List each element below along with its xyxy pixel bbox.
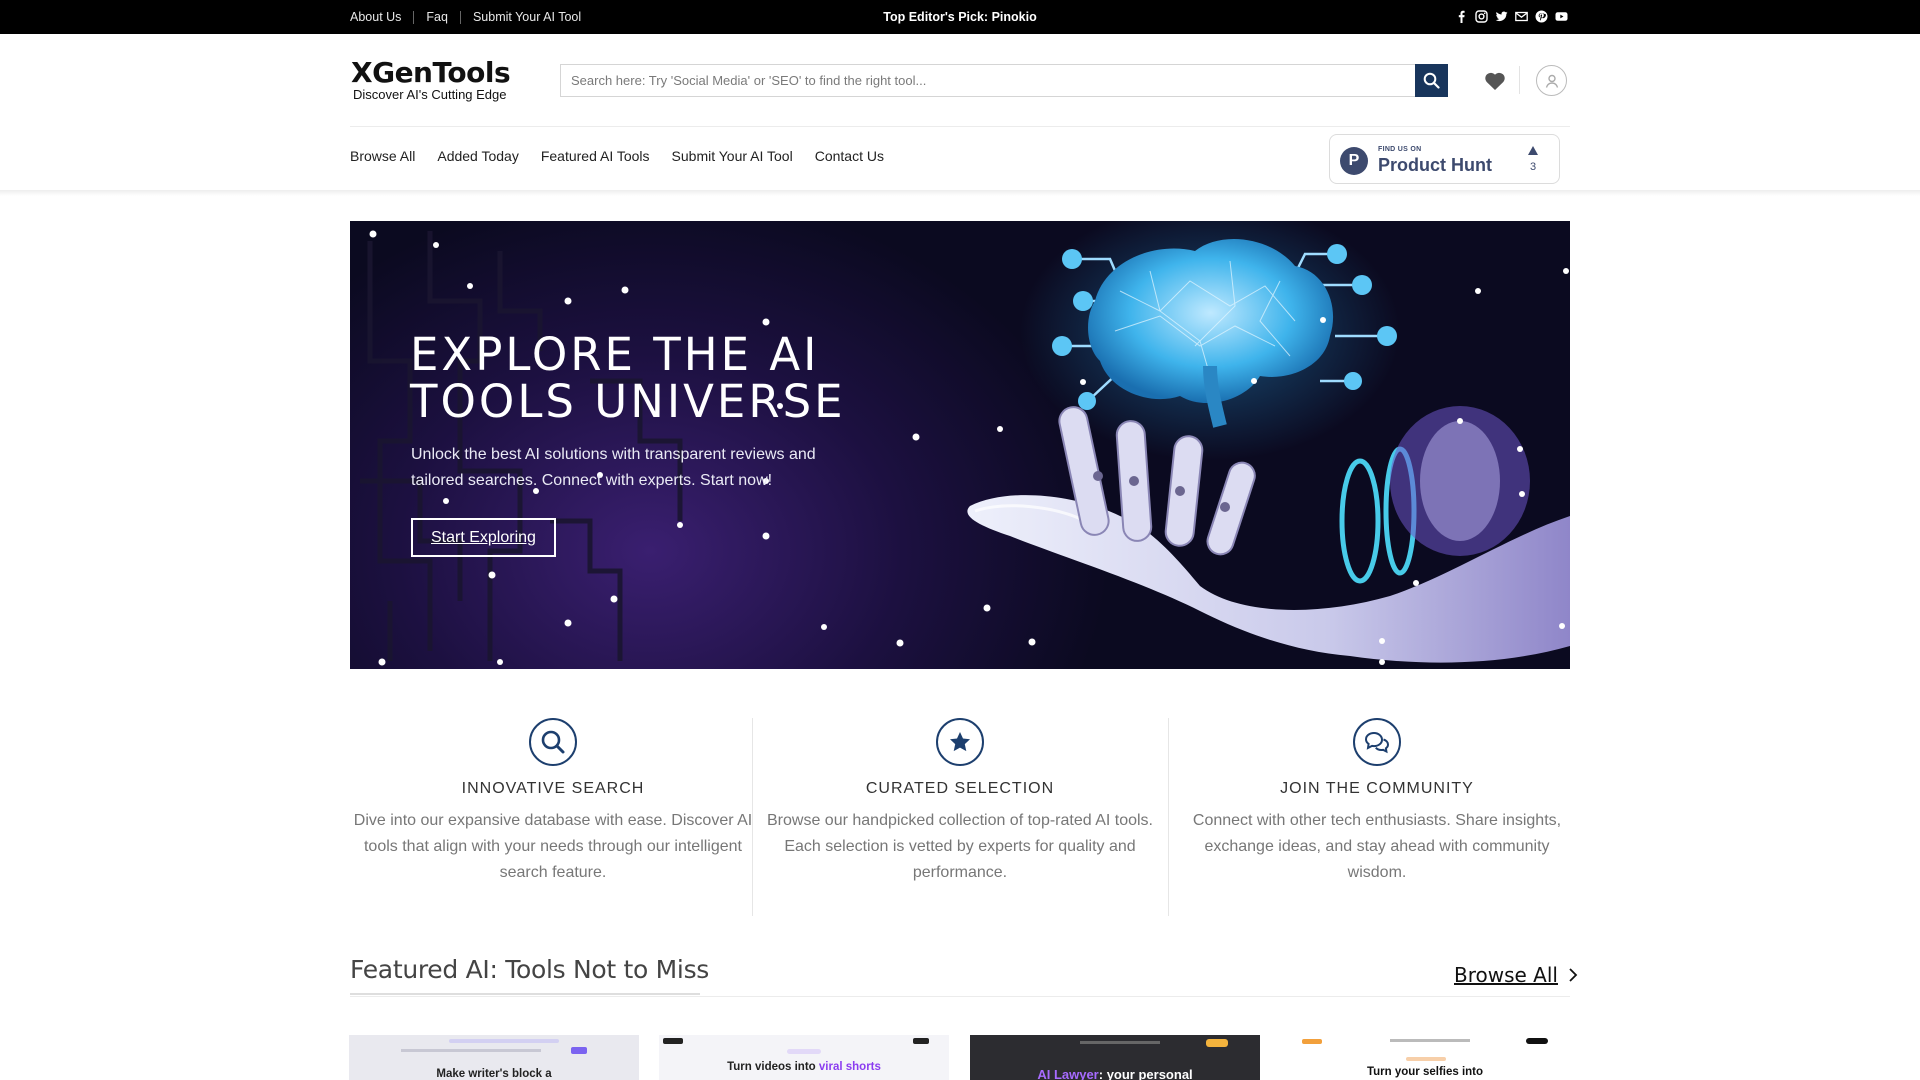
facebook-icon[interactable]: [1455, 10, 1468, 23]
top-bar: About Us Faq Submit Your AI Tool Top Edi…: [0, 0, 1920, 34]
card-button: [913, 1038, 929, 1044]
browse-all-link[interactable]: Browse All: [1454, 963, 1578, 987]
user-icon: [1545, 74, 1558, 88]
chat-icon: [1353, 718, 1401, 766]
search-icon: [529, 718, 577, 766]
wishlist-button[interactable]: [1482, 68, 1508, 94]
card-banner: [449, 1039, 559, 1043]
top-links: About Us Faq Submit Your AI Tool: [350, 0, 581, 34]
hero-heading: EXPLORE THE AI TOOLS UNIVERSE: [410, 328, 846, 428]
nav-item-browse-all[interactable]: Browse All: [350, 148, 415, 164]
nav-item-submit-tool[interactable]: Submit Your AI Tool: [672, 148, 793, 164]
tool-card[interactable]: AI Lawyer: your personal: [970, 1035, 1260, 1080]
card-caption-highlight: AI Lawyer: [1037, 1067, 1099, 1080]
product-hunt-title: Product Hunt: [1378, 155, 1492, 175]
browse-all-label: Browse All: [1454, 963, 1558, 987]
about-us-link[interactable]: About Us: [350, 10, 401, 24]
card-caption-highlight: viral shorts: [818, 1061, 881, 1073]
search-input[interactable]: [561, 65, 1415, 96]
feature-description: Dive into our expansive database with ea…: [353, 812, 753, 881]
features-section: INNOVATIVE SEARCH Dive into our expansiv…: [350, 716, 1570, 916]
card-nav: [401, 1049, 541, 1052]
card-caption-text: : your personal: [1098, 1067, 1193, 1080]
heading-underline: [350, 993, 700, 995]
card-button: [1206, 1039, 1228, 1047]
divider: [350, 126, 1570, 127]
card-logo: [1302, 1039, 1322, 1044]
feature-innovative-search: INNOVATIVE SEARCH Dive into our expansiv…: [353, 716, 753, 916]
feature-curated-selection: CURATED SELECTION Browse our handpicked …: [760, 716, 1160, 916]
product-hunt-badge[interactable]: P FIND US ON Product Hunt 3: [1329, 134, 1560, 184]
product-hunt-find-label: FIND US ON: [1378, 146, 1422, 153]
youtube-icon[interactable]: [1555, 10, 1568, 23]
feature-join-community: JOIN THE COMMUNITY Connect with other te…: [1177, 716, 1577, 916]
submit-tool-link[interactable]: Submit Your AI Tool: [473, 10, 581, 24]
pinterest-icon[interactable]: [1535, 10, 1548, 23]
card-caption: Make writer's block a: [436, 1068, 552, 1080]
heart-icon: [1485, 72, 1505, 90]
card-caption: Turn videos into viral shorts: [659, 1061, 949, 1073]
page: About Us Faq Submit Your AI Tool Top Edi…: [0, 0, 1920, 1080]
logo-name: XGenTools: [351, 56, 511, 89]
divider: [752, 718, 753, 916]
faq-link[interactable]: Faq: [426, 10, 448, 24]
email-icon[interactable]: [1515, 10, 1528, 23]
nav-item-featured-ai-tools[interactable]: Featured AI Tools: [541, 148, 650, 164]
header-shadow: [0, 190, 1920, 196]
feature-description: Connect with other tech enthusiasts. Sha…: [1192, 812, 1562, 881]
feature-title: CURATED SELECTION: [865, 780, 1055, 797]
card-caption: AI Lawyer: your personal: [970, 1067, 1260, 1080]
product-hunt-votes: 3: [1529, 161, 1537, 173]
tool-card[interactable]: Make writer's block a: [349, 1035, 639, 1080]
card-nav: [1080, 1041, 1160, 1044]
instagram-icon[interactable]: [1475, 10, 1488, 23]
card-button: [571, 1047, 587, 1054]
card-badge: [1406, 1057, 1446, 1061]
card-caption: Turn your selfies into: [1366, 1066, 1484, 1078]
hero-subtext: Unlock the best AI solutions with transp…: [411, 446, 816, 489]
nav-item-added-today[interactable]: Added Today: [437, 148, 518, 164]
featured-heading: Featured AI: Tools Not to Miss: [350, 955, 710, 984]
editor-pick[interactable]: Top Editor's Pick: Pinokio: [0, 0, 1920, 34]
logo-tagline: Discover AI's Cutting Edge: [353, 87, 507, 102]
main-nav: Browse All Added Today Featured AI Tools…: [350, 148, 884, 164]
account-button[interactable]: [1536, 65, 1567, 96]
star-icon: [936, 718, 984, 766]
divider: [413, 10, 415, 24]
upvote-arrow-icon: [1528, 146, 1538, 155]
card-button: [1526, 1038, 1548, 1044]
hero-banner: EXPLORE THE AI TOOLS UNIVERSE Unlock the…: [350, 221, 1570, 669]
product-hunt-logo-icon: P: [1340, 147, 1368, 175]
search-bar: [560, 64, 1448, 97]
feature-title: INNOVATIVE SEARCH: [461, 780, 645, 797]
social-links: [1455, 10, 1568, 23]
tool-card[interactable]: Turn your selfies into: [1280, 1035, 1570, 1080]
site-logo[interactable]: XGenTools Discover AI's Cutting Edge: [351, 56, 511, 102]
card-badge: [787, 1049, 821, 1054]
feature-description: Browse our handpicked collection of top-…: [767, 812, 1153, 881]
card-nav: [1390, 1039, 1470, 1042]
divider: [1519, 66, 1520, 94]
tool-card[interactable]: Turn videos into viral shorts: [659, 1035, 949, 1080]
search-icon: [1423, 72, 1440, 89]
card-logo: [663, 1038, 683, 1044]
chevron-right-icon: [1569, 968, 1578, 982]
feature-title: JOIN THE COMMUNITY: [1280, 780, 1474, 797]
divider: [350, 996, 1570, 997]
nav-item-contact-us[interactable]: Contact Us: [815, 148, 884, 164]
search-button[interactable]: [1415, 64, 1448, 97]
divider: [1168, 718, 1169, 916]
divider: [459, 10, 461, 24]
start-exploring-button[interactable]: Start Exploring: [411, 518, 556, 557]
twitter-icon[interactable]: [1495, 10, 1508, 23]
card-caption-text: Turn videos into: [727, 1061, 819, 1073]
